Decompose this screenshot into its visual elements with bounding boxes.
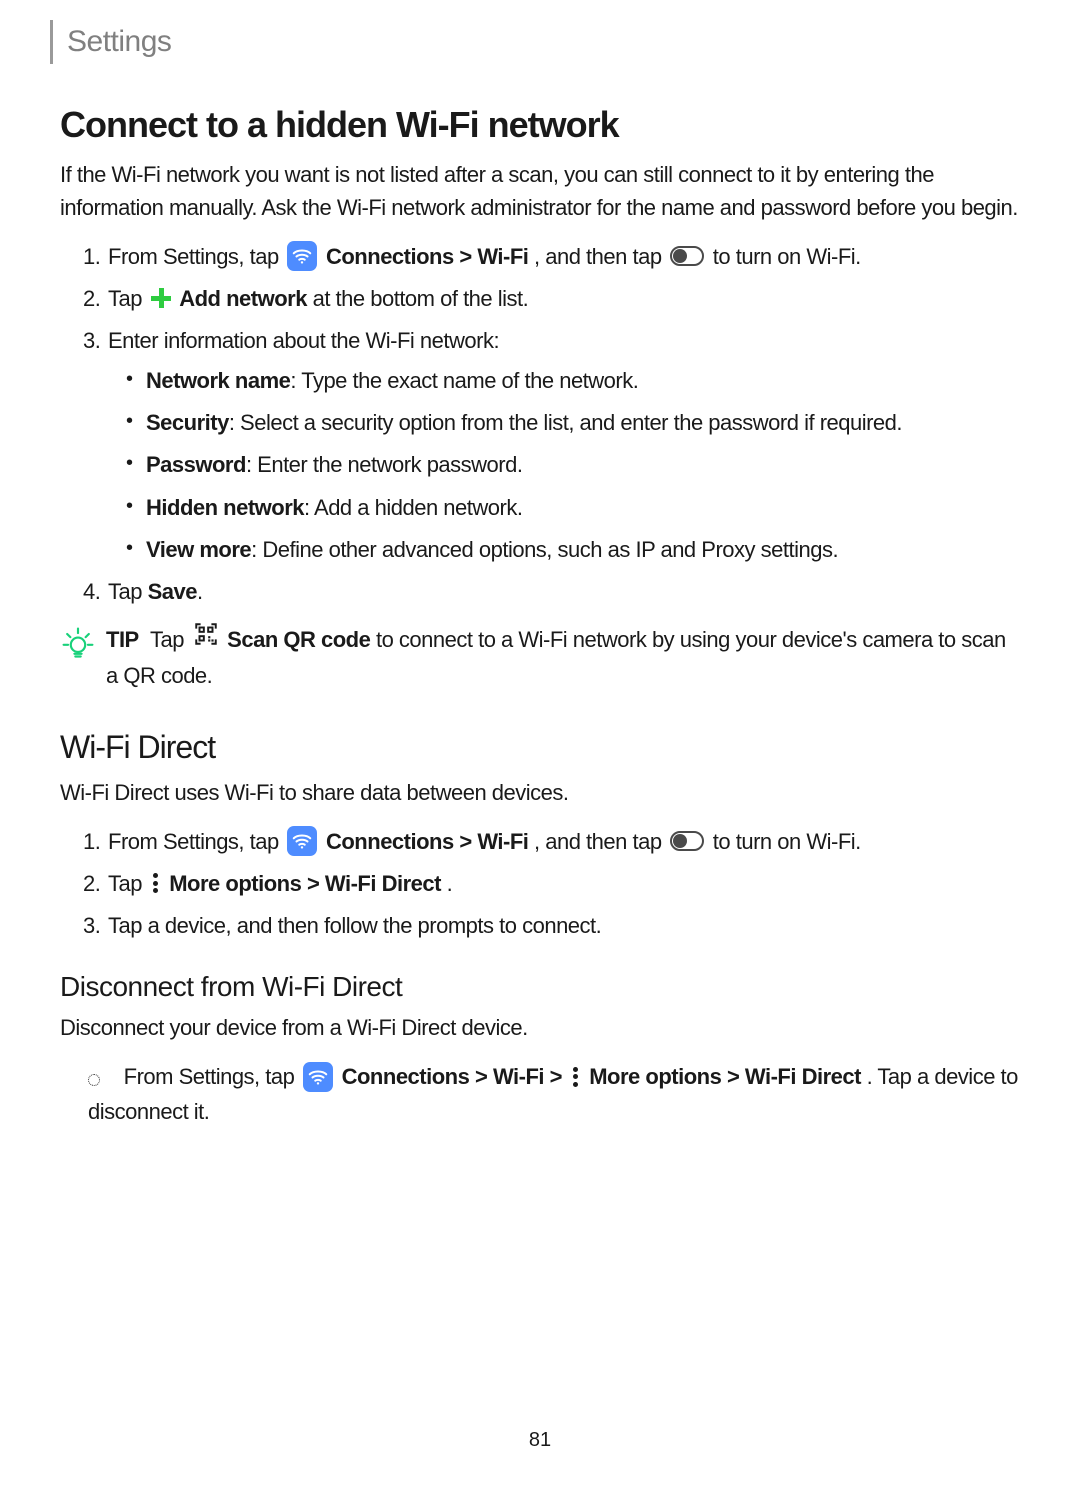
bullet-password: Password: Enter the network password.: [144, 448, 1020, 482]
page-header-title: Settings: [67, 25, 171, 59]
toggle-icon: [670, 831, 704, 851]
step-3: Enter information about the Wi-Fi networ…: [106, 324, 1020, 567]
tip-text: TIP Tap Scan QR code to connect to a Wi-…: [106, 623, 1020, 693]
heading-disconnect-wfd: Disconnect from Wi-Fi Direct: [60, 971, 1020, 1003]
wifi-icon: [303, 1062, 333, 1092]
intro-hidden-wifi: If the Wi-Fi network you want is not lis…: [60, 158, 1020, 224]
step-2: Tap Add network at the bottom of the lis…: [106, 282, 1020, 316]
plus-icon: [151, 288, 171, 308]
bullet-view-more: View more: Define other advanced options…: [144, 533, 1020, 567]
intro-wifi-direct: Wi-Fi Direct uses Wi-Fi to share data be…: [60, 776, 1020, 809]
step-1: From Settings, tap Connections > Wi-Fi ,…: [106, 240, 1020, 274]
steps-disconnect-wfd: From Settings, tap Connections > Wi-Fi >…: [60, 1060, 1020, 1128]
ring-bullet-icon: [88, 1074, 100, 1086]
bullet-hidden-network: Hidden network: Add a hidden network.: [144, 491, 1020, 525]
toggle-icon: [670, 246, 704, 266]
heading-hidden-wifi: Connect to a hidden Wi-Fi network: [60, 104, 1020, 146]
heading-wifi-direct: Wi-Fi Direct: [60, 729, 1020, 766]
steps-hidden-wifi: From Settings, tap Connections > Wi-Fi ,…: [60, 240, 1020, 609]
header-divider: [50, 20, 53, 64]
bullet-network-name: Network name: Type the exact name of the…: [144, 364, 1020, 398]
bullet-security: Security: Select a security option from …: [144, 406, 1020, 440]
more-options-icon: [572, 1067, 580, 1087]
steps-wifi-direct: From Settings, tap Connections > Wi-Fi ,…: [60, 825, 1020, 943]
wfd-step-1: From Settings, tap Connections > Wi-Fi ,…: [106, 825, 1020, 859]
step-4: Tap Save.: [106, 575, 1020, 609]
lightbulb-icon: [60, 625, 96, 671]
intro-disconnect-wfd: Disconnect your device from a Wi-Fi Dire…: [60, 1011, 1020, 1044]
tip-block: TIP Tap Scan QR code to connect to a Wi-…: [60, 623, 1020, 693]
qr-code-icon: [193, 621, 219, 657]
more-options-icon: [152, 873, 160, 893]
page-header-bar: Settings: [50, 20, 1020, 64]
wfd-step-3: Tap a device, and then follow the prompt…: [106, 909, 1020, 943]
wifi-icon: [287, 826, 317, 856]
page-number: 81: [60, 1429, 1020, 1452]
wfd-step-2: Tap More options > Wi-Fi Direct .: [106, 867, 1020, 901]
disconnect-step: From Settings, tap Connections > Wi-Fi >…: [86, 1060, 1020, 1128]
substeps-network-info: Network name: Type the exact name of the…: [108, 364, 1020, 566]
wifi-icon: [287, 241, 317, 271]
